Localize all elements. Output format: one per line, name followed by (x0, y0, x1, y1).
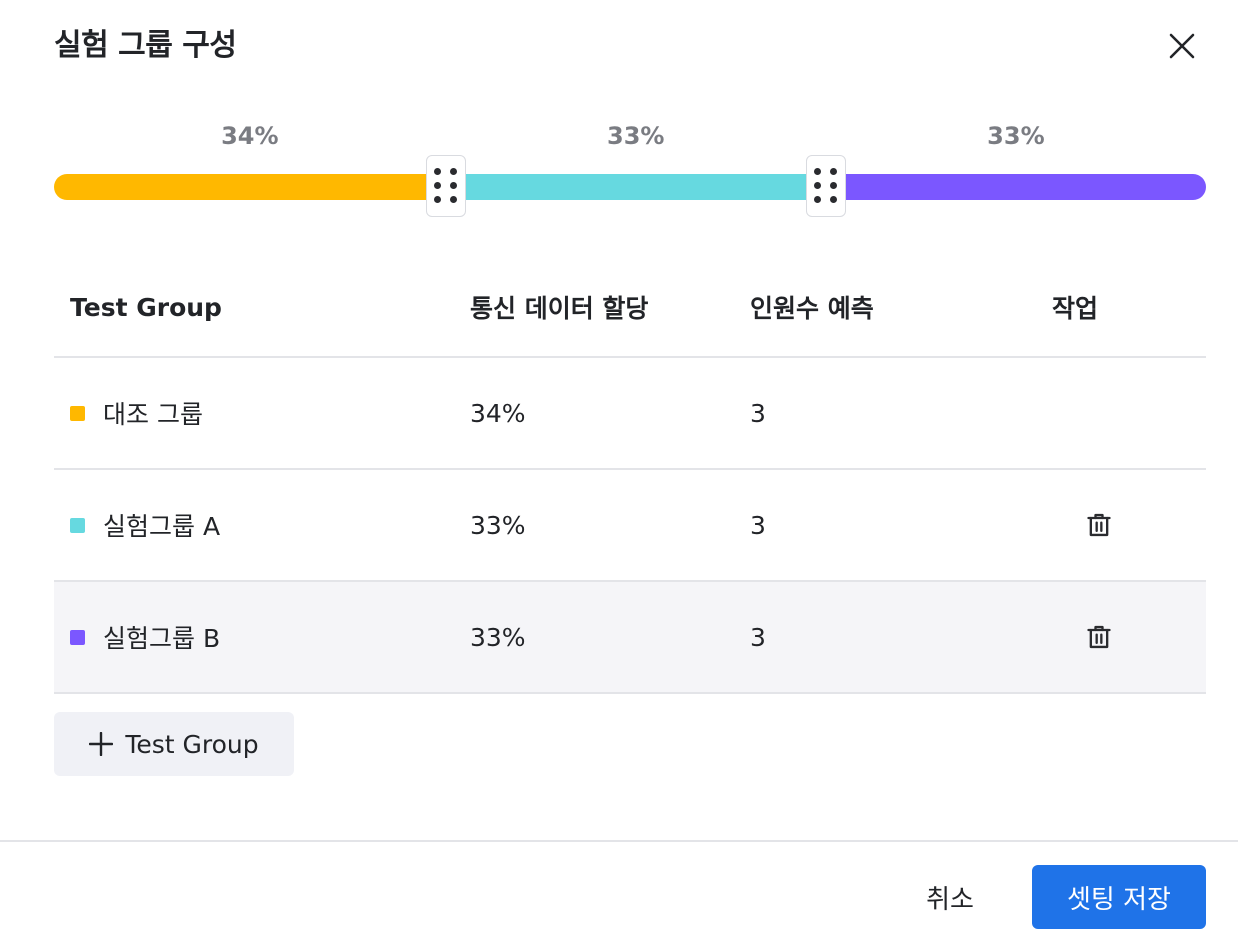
drag-dot (433, 196, 441, 203)
group-name-cell: 실험그룹 B (54, 619, 454, 655)
segment-label-group-a: 33% (607, 122, 665, 150)
slider-handle-2[interactable] (805, 155, 846, 217)
allocation-slider: 34% 33% 33% (54, 110, 1206, 230)
close-button[interactable] (1162, 26, 1202, 66)
group-table: Test Group 통신 데이터 할당 인원수 예측 작업 대조 그룹 34%… (54, 258, 1206, 694)
table-row: 실험그룹 B 33% 3 (54, 582, 1206, 694)
drag-dot (449, 182, 457, 189)
segment-group-b (825, 174, 1206, 200)
group-name: 실험그룹 A (103, 512, 221, 541)
color-swatch (70, 405, 85, 421)
header-allocation: 통신 데이터 할당 (470, 294, 649, 323)
allocation-value: 34% (470, 398, 526, 428)
drag-dot (829, 196, 837, 203)
color-swatch (70, 517, 85, 533)
trash-icon (1087, 513, 1111, 537)
group-name: 대조 그룹 (103, 400, 203, 429)
delete-button[interactable] (1083, 509, 1115, 541)
trash-icon (1087, 625, 1111, 649)
drag-dot (829, 182, 837, 189)
experiment-group-dialog: 실험 그룹 구성 34% 33% 33% Test Group 통신 데이터 할… (0, 0, 1238, 938)
group-name-cell: 대조 그룹 (54, 395, 454, 431)
allocation-value: 33% (470, 510, 526, 540)
table-row: 실험그룹 A 33% 3 (54, 470, 1206, 582)
actions-cell (964, 621, 1206, 653)
table-row: 대조 그룹 34% 3 (54, 358, 1206, 470)
dialog-title: 실험 그룹 구성 (54, 28, 237, 63)
slider-handle-1[interactable] (425, 155, 466, 217)
drag-dot (433, 182, 441, 189)
plus-icon (89, 732, 114, 756)
close-icon (1169, 33, 1195, 59)
table-header: Test Group 통신 데이터 할당 인원수 예측 작업 (54, 258, 1206, 358)
drag-handle-icon (433, 168, 441, 175)
cancel-button[interactable]: 취소 (900, 866, 1000, 928)
footer-divider (0, 840, 1238, 842)
save-settings-button[interactable]: 셋팅 저장 (1032, 865, 1206, 929)
drag-dot (449, 168, 457, 175)
allocation-value: 33% (470, 622, 526, 652)
delete-button[interactable] (1083, 621, 1115, 653)
estimate-value: 3 (750, 398, 766, 428)
header-actions: 작업 (1051, 294, 1098, 323)
group-name: 실험그룹 B (103, 624, 221, 653)
segment-control (54, 174, 446, 200)
drag-dot (829, 168, 837, 175)
drag-dot (813, 196, 821, 203)
add-test-group-button[interactable]: Test Group (54, 712, 294, 776)
drag-dot (449, 196, 457, 203)
drag-dot (813, 182, 821, 189)
header-estimate: 인원수 예측 (750, 294, 874, 323)
group-name-cell: 실험그룹 A (54, 507, 454, 543)
segment-group-a (445, 174, 826, 200)
segment-label-group-b: 33% (987, 122, 1045, 150)
header-test-group: Test Group (70, 292, 222, 322)
add-test-group-label: Test Group (125, 729, 259, 759)
estimate-value: 3 (750, 510, 766, 540)
slider-track (54, 174, 1206, 200)
actions-cell (964, 509, 1206, 541)
estimate-value: 3 (750, 622, 766, 652)
color-swatch (70, 629, 85, 645)
drag-handle-icon (813, 168, 821, 175)
segment-label-control: 34% (221, 122, 279, 150)
